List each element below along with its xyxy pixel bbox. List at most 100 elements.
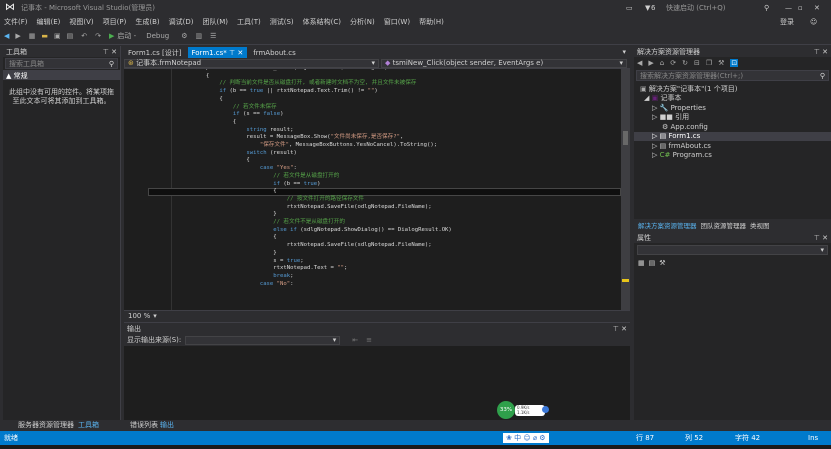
zoom-level[interactable]: 100 %: [128, 312, 150, 320]
close-icon[interactable]: ✕: [814, 4, 820, 12]
code-line[interactable]: switch (result): [179, 150, 452, 158]
preview-icon[interactable]: ⊡: [730, 59, 739, 67]
search-icon[interactable]: ⚲: [109, 60, 114, 68]
expand-icon[interactable]: ◢: [644, 94, 649, 102]
toolbox-group-header[interactable]: ▲ 常规: [3, 70, 120, 80]
code-line[interactable]: // 若文件未保存: [179, 104, 452, 112]
tree-item-frmabout[interactable]: ▷ ▤ frmAbout.cs: [634, 141, 831, 151]
chevron-down-icon[interactable]: ▾: [153, 312, 157, 320]
code-line[interactable]: // 若文件不是从磁盘打开的: [179, 219, 452, 227]
tree-item-properties[interactable]: ▷ 🔧 Properties: [634, 103, 831, 113]
back-icon[interactable]: ◀: [4, 32, 9, 40]
start-icon[interactable]: ▶: [109, 32, 114, 40]
config-combo[interactable]: Debug: [146, 32, 169, 40]
search-icon[interactable]: ⚲: [764, 4, 769, 12]
user-icon[interactable]: ☺: [810, 18, 817, 26]
alphabetical-icon[interactable]: ▤: [649, 259, 656, 267]
toolbox-search-input[interactable]: 搜索工具箱 ⚲: [5, 58, 118, 69]
tab-error-list[interactable]: 错误列表: [130, 420, 158, 430]
code-line[interactable]: }: [179, 211, 452, 219]
scrollbar-thumb[interactable]: [623, 131, 628, 145]
code-line[interactable]: if (b == true || rtxtNotepad.Text.Trim()…: [179, 88, 452, 96]
class-combo[interactable]: ⊛ 记事本.frmNotepad ▾: [124, 58, 379, 68]
code-line[interactable]: result = MessageBox.Show("文件尚未保存,是否保存?",: [179, 134, 452, 142]
editor-vertical-scrollbar[interactable]: [621, 69, 630, 310]
code-line[interactable]: "保存文件", MessageBoxButtons.YesNoCancel).T…: [179, 142, 452, 150]
redo-icon[interactable]: ↷: [95, 32, 101, 40]
code-line[interactable]: else if (sdlgNotepad.ShowDialog() == Dia…: [179, 227, 452, 235]
code-line[interactable]: rtxtNotepad.Text = "";: [179, 265, 452, 273]
show-all-files-icon[interactable]: ❐: [706, 59, 712, 67]
properties-object-combo[interactable]: ▾: [637, 245, 828, 255]
network-widget[interactable]: 33% 0.9K/s 1.1K/s: [497, 401, 551, 419]
code-line[interactable]: rtxtNotepad.SaveFile(odlgNotepad.FileNam…: [179, 204, 452, 212]
property-pages-icon[interactable]: ⚒: [659, 259, 665, 267]
collapsed-icon[interactable]: ▷: [652, 142, 657, 150]
new-project-icon[interactable]: ▦: [29, 32, 36, 40]
code-line[interactable]: // 若文件是从磁盘打开的: [179, 173, 452, 181]
member-combo[interactable]: ◆ tsmiNew_Click(object sender, EventArgs…: [381, 58, 627, 68]
filter-icon[interactable]: ▼: [645, 4, 650, 12]
tab-frmabout[interactable]: frmAbout.cs: [249, 47, 299, 58]
code-line[interactable]: {: [179, 234, 452, 242]
refresh-icon[interactable]: ↻: [682, 59, 688, 67]
code-line[interactable]: {: [179, 157, 452, 165]
login-link[interactable]: 登录: [780, 17, 794, 27]
feedback-icon[interactable]: ▭: [626, 4, 633, 12]
categorized-icon[interactable]: ▦: [638, 259, 645, 267]
tab-solution-explorer[interactable]: 解决方案资源管理器: [638, 220, 697, 230]
maximize-icon[interactable]: ▫: [798, 4, 803, 12]
properties-icon[interactable]: ⚒: [718, 59, 724, 67]
pin-icon[interactable]: ⊤: [229, 49, 235, 57]
code-line[interactable]: case "No":: [179, 281, 452, 289]
quick-launch-input[interactable]: 快速启动 (Ctrl+Q): [666, 3, 726, 13]
tab-output[interactable]: 输出: [160, 420, 174, 430]
code-line[interactable]: s = true;: [179, 258, 452, 266]
tree-item-solution[interactable]: ▣ 解决方案"记事本"(1 个项目): [634, 84, 831, 94]
pin-icon[interactable]: ⊤: [814, 234, 820, 242]
code-line[interactable]: // 判断当前文件是否从磁盘打开, 或者新建时文档不为空, 并且文件未被保存: [179, 80, 452, 88]
collapsed-icon[interactable]: ▷: [652, 113, 657, 121]
home-icon[interactable]: ⌂: [660, 59, 664, 67]
tree-item-project[interactable]: ◢ ▣ 记事本: [634, 94, 831, 104]
code-editor[interactable]: private void tsmiNew_Click(object sender…: [124, 69, 621, 310]
close-icon[interactable]: ✕: [111, 48, 117, 56]
menu-file[interactable]: 文件(F): [4, 17, 28, 27]
code-line[interactable]: }: [179, 250, 452, 258]
menu-debug[interactable]: 调试(D): [169, 17, 194, 27]
menu-analyze[interactable]: 分析(N): [350, 17, 375, 27]
tree-item-appconfig[interactable]: ⚙ App.config: [634, 122, 831, 132]
code-text[interactable]: private void tsmiNew_Click(object sender…: [179, 69, 452, 288]
minimize-icon[interactable]: —: [785, 4, 792, 12]
notification-count[interactable]: 6: [651, 4, 655, 12]
tab-team-explorer[interactable]: 团队资源管理器: [701, 220, 747, 230]
tree-item-references[interactable]: ▷ ■■ 引用: [634, 113, 831, 123]
code-line[interactable]: if (s == false): [179, 111, 452, 119]
ime-toolbar[interactable]: ❀ 中 ☺ ⌀ ⚙: [503, 433, 549, 443]
output-source-combo[interactable]: ▾: [185, 335, 341, 345]
pin-icon[interactable]: ⊤: [814, 48, 820, 56]
save-all-icon[interactable]: ▤: [67, 32, 74, 40]
undo-icon[interactable]: ↶: [81, 32, 87, 40]
close-icon[interactable]: ✕: [237, 49, 243, 57]
menu-test[interactable]: 测试(S): [270, 17, 294, 27]
collapse-all-icon[interactable]: ⊟: [694, 59, 700, 67]
search-icon[interactable]: ⚲: [820, 72, 825, 80]
save-icon[interactable]: ▣: [54, 32, 61, 40]
tab-form1-designer[interactable]: Form1.cs [设计]: [124, 47, 186, 58]
tab-form1-code[interactable]: Form1.cs* ⊤ ✕: [187, 47, 248, 58]
close-icon[interactable]: ✕: [621, 325, 627, 333]
clear-all-icon[interactable]: ⇤: [352, 336, 358, 344]
forward-icon[interactable]: ▶: [648, 59, 653, 67]
collapsed-icon[interactable]: ▷: [652, 132, 657, 140]
tree-item-program[interactable]: ▷ C# Program.cs: [634, 151, 831, 161]
pin-icon[interactable]: ⊤: [613, 325, 619, 333]
toolbar-misc-icon[interactable]: ⚙: [181, 32, 187, 40]
tab-server-explorer[interactable]: 服务器资源管理器: [18, 420, 74, 430]
menu-tools[interactable]: 工具(T): [237, 17, 261, 27]
back-icon[interactable]: ◀: [637, 59, 642, 67]
sync-icon[interactable]: ⟳: [670, 59, 676, 67]
solution-search-input[interactable]: 搜索解决方案资源管理器(Ctrl+;) ⚲: [636, 70, 829, 81]
close-icon[interactable]: ✕: [822, 234, 828, 242]
tab-toolbox[interactable]: 工具箱: [78, 420, 99, 430]
